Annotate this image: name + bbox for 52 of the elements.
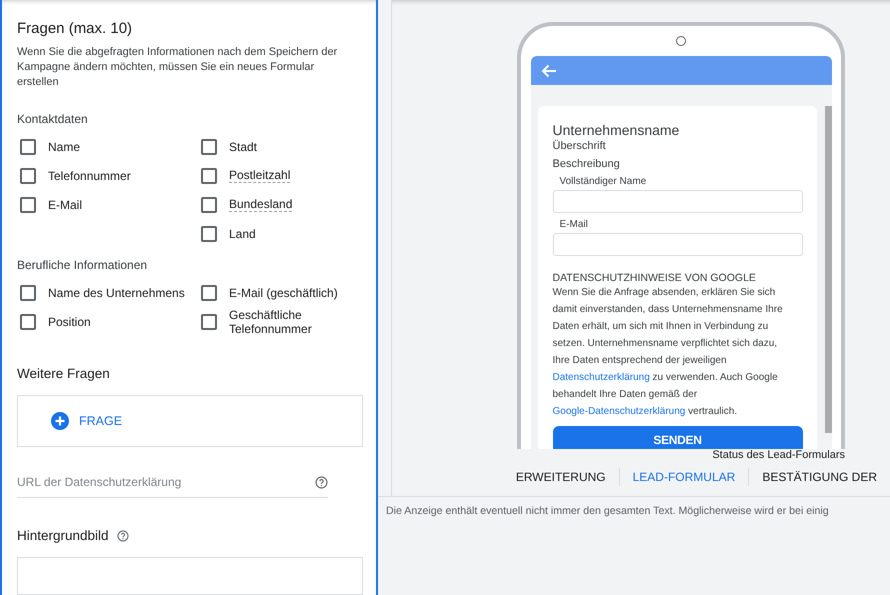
section-title: Weitere Fragen bbox=[17, 366, 110, 381]
add-question-button[interactable]: FRAGE bbox=[51, 412, 122, 430]
checkbox[interactable] bbox=[201, 314, 217, 330]
submit-button[interactable]: SENDEN bbox=[552, 426, 802, 449]
checkbox[interactable] bbox=[201, 226, 217, 242]
preview-tab[interactable]: LEAD-FORMULAR bbox=[620, 467, 748, 487]
checkbox-label: E-Mail bbox=[48, 198, 82, 212]
checkbox[interactable] bbox=[20, 314, 36, 330]
input-field[interactable] bbox=[552, 190, 802, 213]
preview-tab[interactable]: ERWEITERUNG bbox=[502, 467, 619, 487]
checkbox[interactable] bbox=[20, 196, 36, 212]
status-label: Status des Lead-Formulars bbox=[712, 449, 845, 461]
hint-text: Wenn Sie die abgefragten Informationen nach dem Speichern der Kampagne ändern möchten, müssen Sie ein neues Formular erstellen bbox=[17, 45, 338, 90]
checkbox-label: Name bbox=[48, 140, 80, 154]
help-icon[interactable] bbox=[315, 476, 328, 489]
checkbox-label: Stadt bbox=[229, 140, 258, 154]
scrollbar[interactable] bbox=[824, 106, 832, 433]
checkbox[interactable] bbox=[20, 138, 36, 154]
group-title: Berufliche Informationen bbox=[17, 258, 148, 272]
preview-tab[interactable]: BESTÄTIGUNG DER bbox=[749, 467, 890, 487]
field-label: E-Mail bbox=[560, 219, 589, 230]
help-icon[interactable] bbox=[116, 530, 129, 542]
checkbox-label: Name des Unternehmens bbox=[48, 286, 185, 300]
checkbox-label: E-Mail (geschäftlich) bbox=[229, 286, 338, 300]
privacy-link[interactable]: Google-Datenschutzerklärung bbox=[552, 406, 686, 417]
input-field[interactable] bbox=[552, 233, 802, 256]
checkbox[interactable] bbox=[201, 196, 217, 212]
camera-icon bbox=[676, 36, 686, 46]
back-arrow-icon[interactable] bbox=[540, 64, 556, 78]
checkbox-label: Geschäftliche Telefonnummer bbox=[229, 308, 313, 336]
checkbox[interactable] bbox=[20, 284, 36, 300]
group-title: Kontaktdaten bbox=[17, 112, 89, 126]
checkbox-label: Postleitzahl bbox=[229, 168, 290, 183]
section-title: Fragen (max. 10) bbox=[17, 20, 134, 37]
checkbox-label: Position bbox=[48, 314, 91, 328]
checkbox[interactable] bbox=[201, 168, 217, 184]
privacy-link[interactable]: Datenschutzerklärung bbox=[552, 372, 650, 383]
company-name: Unternehmensname bbox=[552, 122, 680, 138]
checkbox-label: Bundesland bbox=[229, 197, 292, 212]
section-title: Hintergrundbild bbox=[17, 528, 109, 544]
checkbox[interactable] bbox=[20, 168, 36, 184]
privacy-text: Wenn Sie die Anfrage absenden, erklären Sie sich damit einverstanden, dass Unternehmensname Ihre Daten erhält, um sich mit Ihnen in Verbindung zu setzen. Unternehmensname verpflichtet sich dazu, Ihre Daten entsprechend der jeweiligen Datenschutzerklärung zu verwenden. Auch Google behandelt Ihre Daten gemäß der Google-Datenschutzerklärung vertraulich. bbox=[552, 286, 784, 419]
disclaimer-text: Die Anzeige enthält eventuell nicht immer den gesamten Text. Möglicherweise wird er bei einig bbox=[385, 504, 830, 517]
description-text: Beschreibung bbox=[552, 158, 621, 170]
plus-icon bbox=[51, 412, 69, 430]
field-label: Vollständiger Name bbox=[560, 176, 648, 187]
checkbox-label: Land bbox=[229, 226, 256, 240]
checkbox-label: Telefonnummer bbox=[48, 168, 131, 182]
checkbox[interactable] bbox=[201, 284, 217, 300]
headline-text: Überschrift bbox=[552, 140, 607, 152]
checkbox[interactable] bbox=[201, 138, 217, 154]
privacy-title: DATENSCHUTZHINWEISE VON GOOGLE bbox=[552, 272, 757, 284]
